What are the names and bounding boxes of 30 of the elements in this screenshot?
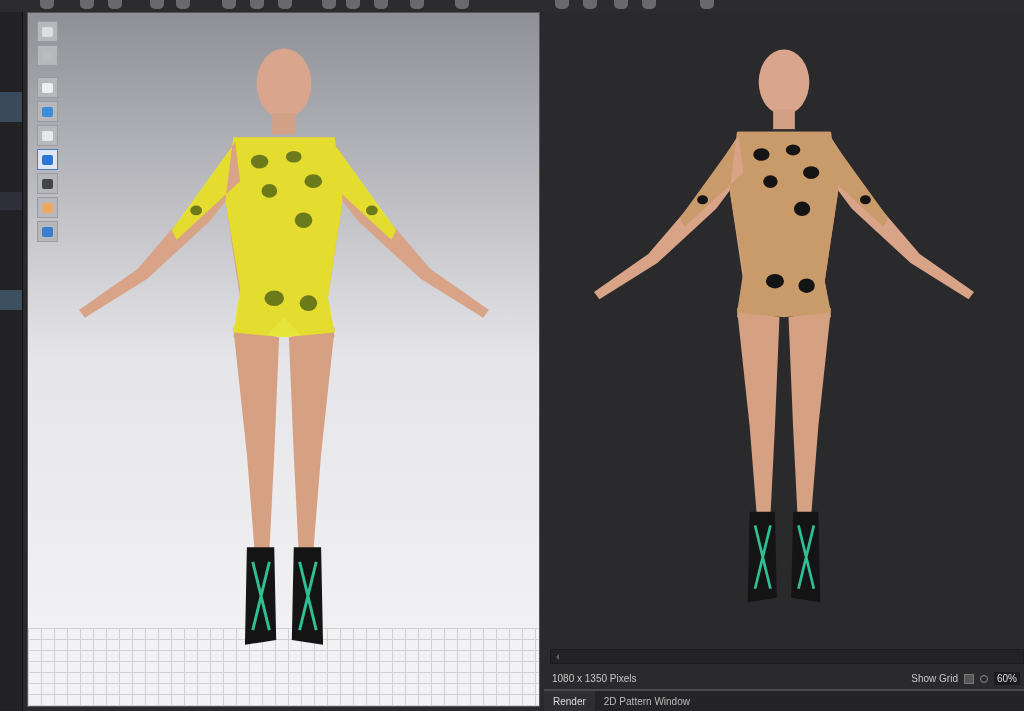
tool-icon[interactable] [346,0,360,9]
tool-icon[interactable] [410,0,424,9]
viewport-tool-icon[interactable] [37,149,58,170]
viewport-tool-icon[interactable] [37,221,58,242]
show-grid-checkbox[interactable] [964,673,974,684]
viewport-tool-icon[interactable] [37,77,58,98]
tool-icon[interactable] [80,0,94,9]
viewport-tool-icon[interactable] [37,125,58,146]
tool-icon[interactable] [176,0,190,9]
tool-icon[interactable] [40,0,54,9]
tool-icon[interactable] [222,0,236,9]
tool-icon[interactable] [108,0,122,9]
tool-icon[interactable] [700,0,714,9]
zoom-field[interactable]: 60% [994,672,1020,685]
tool-icon[interactable] [614,0,628,9]
tool-icon[interactable] [150,0,164,9]
tool-icon[interactable] [555,0,569,9]
show-grid-label: Show Grid [911,673,958,684]
tool-icon[interactable] [278,0,292,9]
tool-icon[interactable] [583,0,597,9]
tool-icon[interactable] [250,0,264,9]
viewport-tool-icon[interactable] [37,173,58,194]
panel-tab[interactable]: 2D Pattern Window [594,691,699,711]
tool-icon[interactable] [322,0,336,9]
resolution-label: 1080 x 1350 Pixels [552,673,637,684]
panel-tab[interactable]: Render [544,691,595,711]
tool-icon[interactable] [642,0,656,9]
tool-icon[interactable] [455,0,469,9]
tool-icon[interactable] [374,0,388,9]
horizontal-scrollbar[interactable] [550,649,1024,664]
